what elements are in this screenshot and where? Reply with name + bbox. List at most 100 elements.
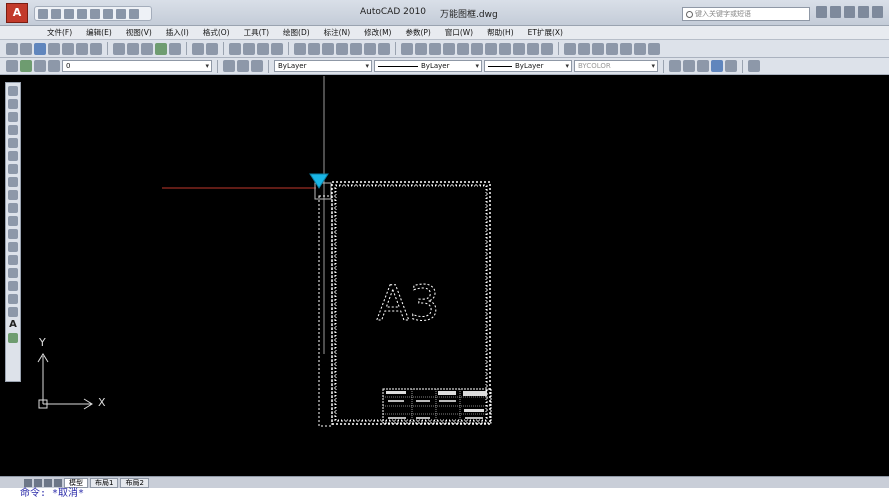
layer-lock-icon[interactable]: [48, 60, 60, 72]
cut-icon[interactable]: [113, 42, 125, 55]
quick-dim-icon[interactable]: [513, 42, 525, 55]
save-icon[interactable]: [64, 8, 74, 19]
block-editor-icon[interactable]: [169, 42, 181, 55]
save-icon[interactable]: [34, 42, 46, 55]
qa-dropdown-icon[interactable]: [129, 8, 139, 19]
polyline-icon[interactable]: [8, 112, 18, 122]
region-icon[interactable]: [8, 294, 18, 304]
redo-icon[interactable]: [103, 8, 113, 19]
autocad-logo-icon[interactable]: A: [6, 3, 28, 23]
zoom-previous-icon[interactable]: [271, 42, 283, 55]
table-icon[interactable]: [8, 307, 18, 317]
dim-continue-icon[interactable]: [541, 42, 553, 55]
dim-update-icon[interactable]: [634, 42, 646, 55]
layer-freeze-icon[interactable]: [34, 60, 46, 72]
dim-linear-icon[interactable]: [401, 42, 413, 55]
circle-icon[interactable]: [8, 164, 18, 174]
calculator-icon[interactable]: [364, 42, 376, 55]
menu-file[interactable]: 文件(F): [40, 26, 79, 39]
line-icon[interactable]: [8, 86, 18, 96]
tolerance-icon[interactable]: [564, 42, 576, 55]
star-icon[interactable]: [844, 6, 855, 18]
ellipse-icon[interactable]: [8, 203, 18, 213]
open-icon[interactable]: [51, 8, 61, 19]
add-selected-icon[interactable]: [8, 333, 18, 343]
plotstyle-dropdown[interactable]: BYCOLOR: [574, 60, 658, 72]
help-icon[interactable]: [378, 42, 390, 55]
materials-icon[interactable]: [683, 60, 695, 72]
matchprop-icon[interactable]: [155, 42, 167, 55]
grip-marker-icon[interactable]: [309, 173, 329, 189]
dim-text-edit-icon[interactable]: [620, 42, 632, 55]
render-env-icon[interactable]: [748, 60, 760, 72]
linetype-dropdown[interactable]: ByLayer: [374, 60, 482, 72]
dim-baseline-icon[interactable]: [527, 42, 539, 55]
qnew-icon[interactable]: [6, 42, 18, 55]
saveas-icon[interactable]: [77, 8, 87, 19]
menu-edit[interactable]: 编辑(E): [79, 26, 119, 39]
make-current-layer-icon[interactable]: [223, 60, 235, 72]
redo-icon[interactable]: [206, 42, 218, 55]
menu-dimension[interactable]: 标注(N): [317, 26, 357, 39]
point-icon[interactable]: [8, 255, 18, 265]
lights-icon[interactable]: [711, 60, 723, 72]
menu-help[interactable]: 帮助(H): [480, 26, 521, 39]
dim-jogged-icon[interactable]: [471, 42, 483, 55]
gradient-icon[interactable]: [8, 281, 18, 291]
menu-format[interactable]: 格式(O): [196, 26, 237, 39]
arc-icon[interactable]: [8, 151, 18, 161]
publish-icon[interactable]: [76, 42, 88, 55]
make-block-icon[interactable]: [8, 242, 18, 252]
spline-icon[interactable]: [8, 190, 18, 200]
dim-ordinate-icon[interactable]: [443, 42, 455, 55]
next-tab-icon[interactable]: [44, 478, 52, 487]
dim-angular-icon[interactable]: [499, 42, 511, 55]
dim-style-icon[interactable]: [648, 42, 660, 55]
properties-icon[interactable]: [294, 42, 306, 55]
dim-aligned-icon[interactable]: [415, 42, 427, 55]
xline-icon[interactable]: [8, 99, 18, 109]
help-icon[interactable]: [858, 6, 869, 18]
drawing-area[interactable]: A3 Y X: [24, 76, 889, 476]
insert-block-icon[interactable]: [8, 229, 18, 239]
multiline-text-icon[interactable]: A: [9, 320, 17, 330]
sun-icon[interactable]: [725, 60, 737, 72]
menu-parametric[interactable]: 参数(P): [398, 26, 437, 39]
preview-icon[interactable]: [62, 42, 74, 55]
polygon-icon[interactable]: [8, 125, 18, 135]
layer-on-icon[interactable]: [20, 60, 32, 72]
layer-manager-icon[interactable]: [6, 60, 18, 72]
sheet-set-icon[interactable]: [336, 42, 348, 55]
copy-icon[interactable]: [127, 42, 139, 55]
dim-arc-icon[interactable]: [429, 42, 441, 55]
tab-layout1[interactable]: 布局1: [90, 477, 119, 488]
menu-window[interactable]: 窗口(W): [438, 26, 480, 39]
lineweight-dropdown[interactable]: ByLayer: [484, 60, 572, 72]
print-icon[interactable]: [116, 8, 126, 19]
3d-dwf-icon[interactable]: [90, 42, 102, 55]
model-space[interactable]: A3: [24, 76, 889, 476]
layer-dropdown[interactable]: 0: [62, 60, 212, 72]
wrench-icon[interactable]: [830, 6, 841, 18]
center-mark-icon[interactable]: [578, 42, 590, 55]
title-block[interactable]: [382, 388, 492, 424]
markup-icon[interactable]: [350, 42, 362, 55]
undo-icon[interactable]: [90, 8, 100, 19]
last-tab-icon[interactable]: [54, 478, 62, 487]
dim-inspect-icon[interactable]: [592, 42, 604, 55]
tab-model[interactable]: 模型: [64, 477, 88, 488]
open-icon[interactable]: [20, 42, 32, 55]
menu-et-express[interactable]: ET扩展(X): [521, 26, 570, 39]
dim-diameter-icon[interactable]: [485, 42, 497, 55]
menu-draw[interactable]: 绘图(D): [276, 26, 317, 39]
dim-radius-icon[interactable]: [457, 42, 469, 55]
command-line[interactable]: 命令: *取消*: [0, 488, 889, 500]
menu-insert[interactable]: 插入(I): [159, 26, 196, 39]
first-tab-icon[interactable]: [24, 478, 32, 487]
design-center-icon[interactable]: [308, 42, 320, 55]
new-icon[interactable]: [38, 8, 48, 19]
zoom-window-icon[interactable]: [257, 42, 269, 55]
paste-icon[interactable]: [141, 42, 153, 55]
pan-icon[interactable]: [229, 42, 241, 55]
visual-style-icon[interactable]: [697, 60, 709, 72]
